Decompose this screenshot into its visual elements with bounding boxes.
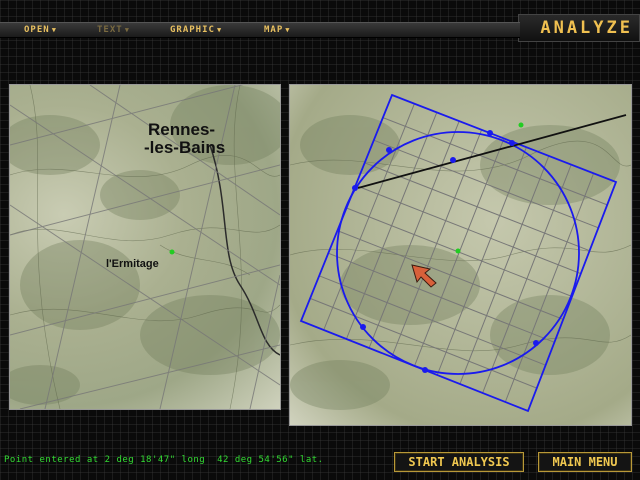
menu-map[interactable]: MAP ▼ — [264, 24, 290, 36]
chevron-down-icon: ▼ — [285, 26, 291, 34]
menu-map-label: MAP — [264, 25, 284, 35]
site-label: l'Ermitage — [106, 258, 159, 270]
start-analysis-button[interactable]: START ANALYSIS — [394, 452, 524, 472]
title-bar: ANALYZE — [518, 14, 640, 42]
town-label-line1: Rennes- — [148, 120, 215, 139]
menu-text[interactable]: TEXT ▼ — [97, 24, 130, 36]
menu-graphic-label: GRAPHIC — [170, 25, 215, 35]
menu-open-label: OPEN — [24, 25, 50, 35]
chevron-down-icon: ▼ — [216, 26, 223, 34]
menu-bar: OPEN ▼ TEXT ▼ GRAPHIC ▼ MAP ▼ — [0, 22, 520, 38]
coordinate-status: Point entered at 2 deg 18'47" long 42 de… — [4, 455, 324, 465]
menu-graphic[interactable]: GRAPHIC ▼ — [170, 24, 222, 36]
detail-map-panel[interactable]: Rennes- -les-Bains l'Ermitage — [9, 84, 281, 410]
detail-map: Rennes- -les-Bains l'Ermitage — [10, 85, 280, 409]
menu-open[interactable]: OPEN ▼ — [24, 24, 57, 36]
main-menu-button[interactable]: MAIN MENU — [538, 452, 632, 472]
overview-map-panel[interactable] — [289, 84, 632, 426]
town-label-line2: -les-Bains — [144, 138, 225, 157]
terrain-shading — [10, 85, 280, 405]
chevron-down-icon: ▼ — [124, 26, 130, 34]
menu-text-label: TEXT — [97, 25, 123, 35]
chevron-down-icon: ▼ — [51, 26, 57, 34]
overview-map — [290, 93, 631, 413]
app-title: ANALYZE — [540, 18, 633, 38]
selected-point-marker — [169, 249, 175, 255]
